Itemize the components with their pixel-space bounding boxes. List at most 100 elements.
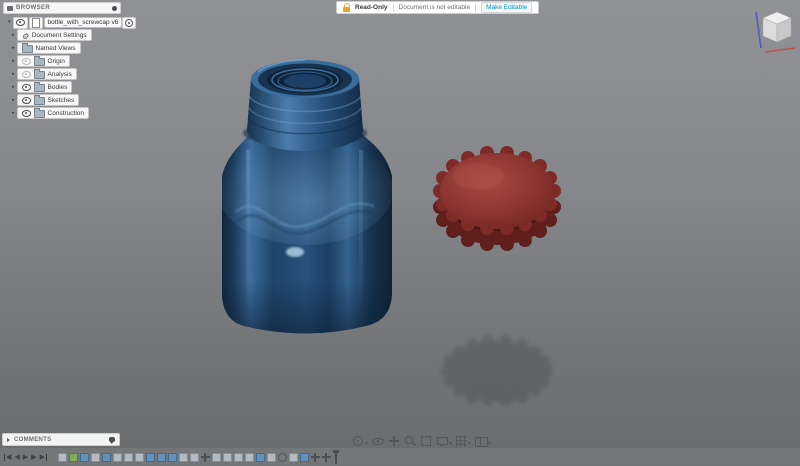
tree-item-label: Construction bbox=[47, 109, 85, 117]
timeline-feature-icon[interactable] bbox=[57, 452, 67, 462]
navbar-tool-icon[interactable] bbox=[352, 435, 364, 447]
doc-badge-icon[interactable] bbox=[122, 16, 137, 29]
navbar-tool-icon[interactable] bbox=[436, 435, 449, 447]
viewcube-x-axis bbox=[764, 47, 796, 53]
navbar-tool-icon[interactable] bbox=[388, 435, 400, 447]
timeline-feature-icon[interactable] bbox=[123, 452, 133, 462]
browser-tree-item[interactable]: Named Views bbox=[12, 42, 153, 54]
navbar-tool-icon[interactable] bbox=[420, 435, 432, 447]
expand-caret-icon[interactable] bbox=[12, 59, 15, 64]
timeline-feature-icon[interactable] bbox=[299, 452, 309, 462]
timeline-feature-icon[interactable] bbox=[68, 452, 78, 462]
navbar-tool[interactable] bbox=[404, 435, 416, 447]
bottle-model[interactable] bbox=[217, 59, 393, 334]
comment-bubble-icon[interactable] bbox=[109, 437, 115, 444]
tree-item-label: Analysis bbox=[47, 70, 72, 78]
cap-model[interactable] bbox=[433, 146, 561, 251]
timeline-feature-icon[interactable] bbox=[211, 452, 221, 462]
navbar-tool-icon[interactable] bbox=[475, 435, 489, 447]
divider bbox=[475, 3, 477, 12]
timeline-feature-icon[interactable] bbox=[156, 452, 166, 462]
timeline-feature-icon[interactable] bbox=[321, 452, 331, 462]
make-editable-button[interactable]: Make Editable bbox=[481, 2, 533, 13]
browser-panel: BROWSER ▾ bottle_with_screwcap v6 Docume… bbox=[3, 2, 153, 121]
browser-options-icon[interactable] bbox=[112, 5, 117, 11]
timeline-feature-icon[interactable] bbox=[101, 452, 111, 462]
navbar-tool[interactable] bbox=[372, 435, 385, 447]
expand-caret-icon[interactable] bbox=[12, 111, 15, 116]
navbar-tool-icon[interactable] bbox=[404, 435, 416, 447]
timeline-features bbox=[57, 452, 332, 462]
comments-panel[interactable]: COMMENTS bbox=[2, 433, 120, 446]
folder-icon bbox=[21, 43, 33, 53]
collapse-panel-icon[interactable] bbox=[7, 5, 13, 11]
timeline-feature-icon[interactable] bbox=[167, 452, 177, 462]
browser-tree-item[interactable]: Bodies bbox=[12, 81, 153, 93]
timeline-playback-button[interactable]: ▶ bbox=[31, 454, 36, 461]
timeline-feature-icon[interactable] bbox=[288, 452, 298, 462]
tree-item-label: Sketches bbox=[47, 96, 75, 104]
expand-caret-icon[interactable] bbox=[7, 437, 10, 442]
timeline-feature-icon[interactable] bbox=[189, 452, 199, 462]
view-cube[interactable] bbox=[755, 11, 796, 53]
browser-tree: Document Settings Named Views bbox=[12, 29, 153, 119]
tree-item-label: Origin bbox=[47, 57, 65, 65]
timeline-feature-icon[interactable] bbox=[200, 452, 210, 462]
folder-icon bbox=[33, 108, 45, 118]
folder-icon bbox=[33, 95, 45, 105]
timeline-feature-icon[interactable] bbox=[266, 452, 276, 462]
browser-header[interactable]: BROWSER bbox=[3, 2, 121, 14]
readonly-message: Document is not editable bbox=[398, 4, 471, 11]
timeline-feature-icon[interactable] bbox=[244, 452, 254, 462]
timeline-position-marker[interactable] bbox=[332, 449, 339, 464]
timeline-feature-icon[interactable] bbox=[178, 452, 188, 462]
visibility-eye-icon[interactable] bbox=[21, 96, 31, 104]
browser-tree-item[interactable]: Analysis bbox=[12, 68, 153, 80]
timeline-playback-button[interactable]: ▶ bbox=[23, 454, 28, 461]
timeline-feature-icon[interactable] bbox=[233, 452, 243, 462]
readonly-label: Read-Only bbox=[355, 4, 388, 11]
visibility-eye-icon[interactable] bbox=[21, 70, 31, 78]
canvas[interactable]: { "browser": { "title": "BROWSER", "docu… bbox=[0, 0, 800, 466]
visibility-eye-icon[interactable] bbox=[21, 57, 31, 65]
expand-caret-icon[interactable] bbox=[12, 98, 15, 103]
visibility-eye-icon[interactable] bbox=[21, 109, 31, 117]
viewcube-z-axis bbox=[755, 11, 762, 49]
timeline-feature-icon[interactable] bbox=[134, 452, 144, 462]
expand-caret-icon[interactable] bbox=[12, 85, 15, 90]
visibility-eye-icon[interactable] bbox=[21, 83, 31, 91]
navbar-tool[interactable] bbox=[420, 435, 432, 447]
comments-title: COMMENTS bbox=[14, 436, 52, 443]
browser-tree-item[interactable]: Sketches bbox=[12, 94, 153, 106]
timeline-playback-button[interactable]: ◀ bbox=[14, 454, 19, 461]
timeline-feature-icon[interactable] bbox=[79, 452, 89, 462]
timeline-playback-button[interactable]: ◀ bbox=[4, 453, 11, 461]
navbar-tool[interactable] bbox=[388, 435, 400, 447]
timeline-feature-icon[interactable] bbox=[310, 452, 320, 462]
readonly-banner: Read-Only Document is not editable Make … bbox=[336, 1, 540, 14]
document-icon bbox=[28, 16, 43, 29]
timeline-feature-icon[interactable] bbox=[90, 452, 100, 462]
timeline-feature-icon[interactable] bbox=[112, 452, 122, 462]
browser-tree-item[interactable]: Origin bbox=[12, 55, 153, 67]
expand-caret-icon[interactable] bbox=[12, 46, 15, 51]
tree-item-label: Bodies bbox=[47, 83, 68, 91]
expand-caret-icon[interactable]: ▾ bbox=[8, 20, 11, 25]
timeline-feature-icon[interactable] bbox=[145, 452, 155, 462]
timeline-playback-button[interactable]: ▶ bbox=[40, 453, 47, 461]
browser-document-row[interactable]: ▾ bottle_with_screwcap v6 bbox=[8, 16, 153, 29]
document-name[interactable]: bottle_with_screwcap v6 bbox=[43, 17, 123, 28]
timeline-feature-icon[interactable] bbox=[255, 452, 265, 462]
browser-tree-item[interactable]: Document Settings bbox=[12, 29, 153, 41]
folder-icon bbox=[33, 82, 45, 92]
timeline-bar: ◀ ◀ ▶ ▶ ▶ bbox=[0, 448, 800, 466]
expand-caret-icon[interactable] bbox=[12, 72, 15, 77]
navbar-tool-icon[interactable] bbox=[456, 435, 468, 447]
expand-caret-icon[interactable] bbox=[12, 33, 15, 38]
tree-item-label: Document Settings bbox=[31, 31, 87, 39]
folder-icon bbox=[33, 69, 45, 79]
timeline-feature-icon[interactable] bbox=[277, 452, 287, 462]
timeline-feature-icon[interactable] bbox=[222, 452, 232, 462]
navbar-tool-icon[interactable] bbox=[372, 435, 385, 447]
browser-tree-item[interactable]: Construction bbox=[12, 107, 153, 119]
